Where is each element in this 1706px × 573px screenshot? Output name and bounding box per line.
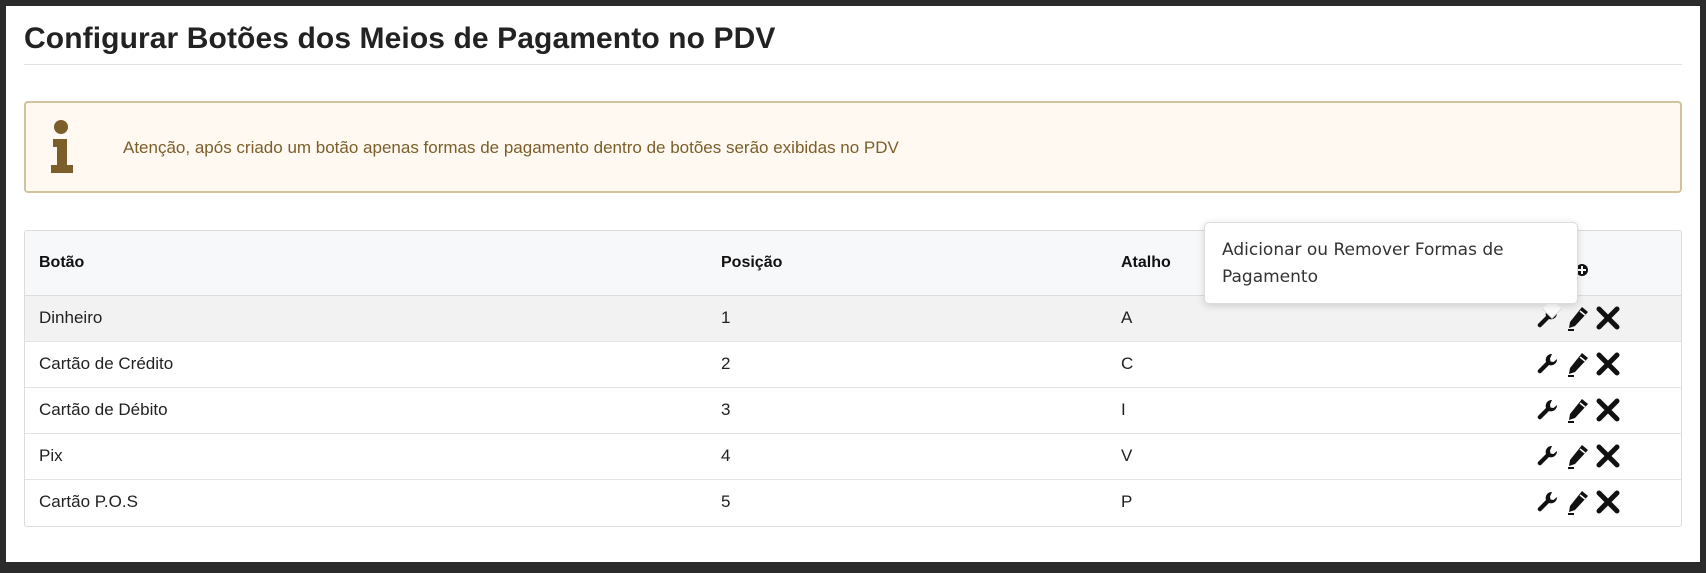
alert-box: Atenção, após criado um botão apenas for… [24,101,1682,193]
pencil-icon[interactable] [1565,305,1591,331]
cell-botao: Cartão P.O.S [39,492,138,512]
tooltip-line-1: Adicionar ou Remover Formas de [1222,240,1504,260]
pencil-icon[interactable] [1565,397,1591,423]
info-icon [51,120,73,173]
cell-atalho: V [1121,446,1133,465]
row-actions [1531,433,1681,479]
wrench-icon[interactable] [1535,351,1561,377]
header-botao[interactable]: Botão [25,231,719,296]
pencil-icon[interactable] [1565,351,1591,377]
cell-atalho: P [1121,492,1133,512]
pencil-icon[interactable] [1565,489,1591,516]
wrench-icon[interactable] [1535,489,1561,515]
table-row: Cartão de Crédito 2 C [25,341,1681,387]
page-title: Configurar Botões dos Meios de Pagamento… [24,22,776,55]
row-actions [1531,341,1681,387]
pencil-icon[interactable] [1565,443,1591,469]
delete-x-icon[interactable] [1595,489,1621,515]
wrench-icon[interactable] [1535,443,1561,469]
cell-posicao: 2 [721,354,731,373]
cell-botao: Pix [39,446,63,465]
cell-posicao: 1 [721,308,731,327]
cell-atalho: I [1121,400,1126,419]
delete-x-icon[interactable] [1595,351,1621,377]
delete-x-icon[interactable] [1595,305,1621,331]
modal-dialog: Configurar Botões dos Meios de Pagamento… [6,6,1700,562]
cell-posicao: 3 [721,400,731,419]
cell-botao: Dinheiro [39,308,103,327]
cell-botao: Cartão de Crédito [39,354,174,373]
delete-x-icon[interactable] [1595,397,1621,423]
tooltip-line-2: Pagamento [1222,267,1318,287]
table-row: Pix 4 V [25,433,1681,479]
alert-text: Atenção, após criado um botão apenas for… [123,138,899,157]
cell-botao: Cartão de Débito [39,400,168,419]
tooltip: Adicionar ou Remover Formas de Pagamento [1204,222,1578,304]
cell-posicao: 5 [721,492,731,512]
cell-posicao: 4 [721,446,731,465]
wrench-icon[interactable] [1535,397,1561,423]
row-actions [1531,479,1681,525]
table-row: Cartão de Débito 3 I [25,387,1681,433]
title-divider [24,64,1682,65]
header-posicao[interactable]: Posição [719,231,1119,296]
cell-atalho: C [1121,354,1134,373]
delete-x-icon[interactable] [1595,443,1621,469]
table-row: Cartão P.O.S 5 P [25,479,1681,525]
row-actions [1531,387,1681,433]
